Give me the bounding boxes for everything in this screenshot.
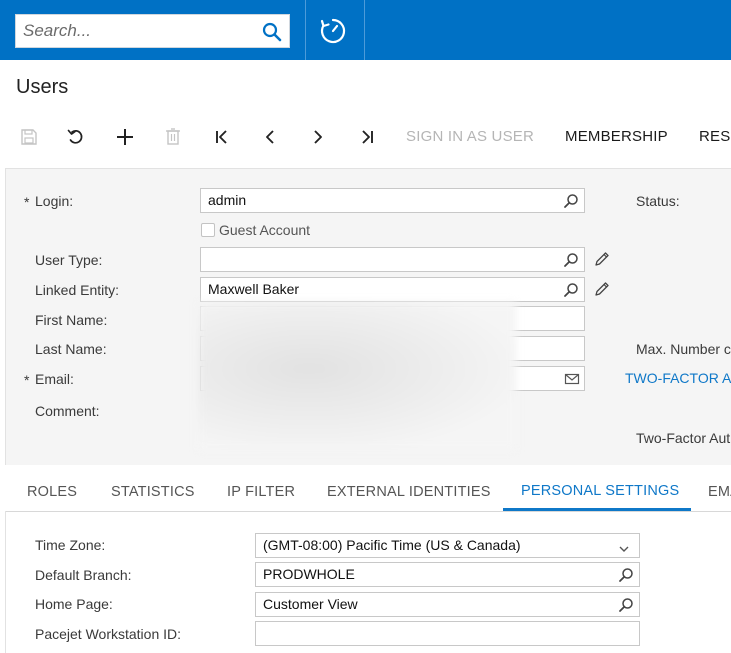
first-name-label: First Name: — [35, 312, 108, 328]
first-record-icon[interactable] — [209, 124, 235, 150]
search-input[interactable] — [16, 15, 256, 47]
topbar-divider — [364, 0, 365, 60]
default-branch-field[interactable]: PRODWHOLE — [255, 562, 640, 587]
save-icon[interactable] — [16, 124, 42, 150]
pacejet-workstation-label: Pacejet Workstation ID: — [35, 626, 182, 642]
guest-account-checkbox[interactable] — [201, 223, 215, 237]
last-name-label: Last Name: — [35, 341, 107, 357]
tab-external-identities[interactable]: EXTERNAL IDENTITIES — [327, 484, 491, 500]
last-record-icon[interactable] — [354, 124, 380, 150]
search-icon[interactable] — [563, 193, 579, 209]
reset-button[interactable]: RES — [699, 128, 730, 145]
tab-ip-filter[interactable]: IP FILTER — [227, 484, 295, 500]
default-branch-label: Default Branch: — [35, 567, 132, 583]
panel-edge — [5, 511, 6, 653]
time-zone-value: (GMT-08:00) Pacific Time (US & Canada) — [263, 537, 521, 553]
login-field[interactable]: admin — [200, 188, 585, 213]
home-page-value: Customer View — [263, 596, 358, 612]
tabs-divider — [5, 511, 731, 512]
default-branch-value: PRODWHOLE — [263, 566, 355, 582]
membership-button[interactable]: MEMBERSHIP — [565, 128, 668, 145]
required-marker: * — [24, 372, 30, 388]
search-icon[interactable] — [261, 21, 283, 43]
edit-pencil-icon[interactable] — [594, 251, 610, 267]
search-icon[interactable] — [563, 252, 579, 268]
undo-icon[interactable] — [63, 124, 89, 150]
active-tab-indicator — [503, 508, 691, 511]
search-icon[interactable] — [618, 597, 634, 613]
home-page-label: Home Page: — [35, 596, 113, 612]
linked-entity-field[interactable]: Maxwell Baker — [200, 277, 585, 302]
tab-email[interactable]: EMA — [708, 484, 731, 500]
linked-entity-value: Maxwell Baker — [208, 281, 300, 297]
add-icon[interactable] — [112, 124, 138, 150]
user-type-label: User Type: — [35, 252, 103, 268]
email-label: Email: — [35, 371, 74, 387]
page-title: Users — [16, 76, 69, 98]
next-record-icon[interactable] — [305, 124, 331, 150]
home-page-field[interactable]: Customer View — [255, 592, 640, 617]
mail-icon[interactable] — [564, 371, 580, 387]
previous-record-icon[interactable] — [257, 124, 283, 150]
two-factor-auth-label: Two-Factor Aut — [636, 430, 731, 446]
max-number-label: Max. Number c — [636, 341, 731, 357]
tab-statistics[interactable]: STATISTICS — [111, 484, 195, 500]
user-type-field[interactable] — [200, 247, 585, 272]
delete-icon[interactable] — [160, 124, 186, 150]
timer-icon[interactable] — [318, 16, 348, 46]
guest-account-label: Guest Account — [219, 222, 311, 238]
tab-roles[interactable]: ROLES — [27, 484, 77, 500]
required-marker: * — [24, 194, 30, 210]
two-factor-link[interactable]: TWO-FACTOR A — [625, 370, 731, 386]
login-label: Login: — [35, 193, 74, 209]
comment-label: Comment: — [35, 403, 100, 419]
topbar-divider — [305, 0, 306, 60]
status-label: Status: — [636, 193, 680, 209]
search-icon[interactable] — [618, 567, 634, 583]
tab-personal-settings[interactable]: PERSONAL SETTINGS — [521, 483, 679, 499]
login-value: admin — [208, 192, 247, 208]
search-box — [15, 14, 290, 48]
pacejet-workstation-field[interactable] — [255, 621, 640, 646]
redacted-area — [198, 302, 516, 450]
time-zone-select[interactable]: (GMT-08:00) Pacific Time (US & Canada) — [255, 533, 640, 558]
chevron-down-icon[interactable] — [618, 539, 630, 552]
search-icon[interactable] — [563, 282, 579, 298]
linked-entity-label: Linked Entity: — [35, 282, 120, 298]
sign-in-as-user-button[interactable]: SIGN IN AS USER — [406, 128, 534, 145]
edit-pencil-icon[interactable] — [594, 281, 610, 297]
time-zone-label: Time Zone: — [35, 537, 106, 553]
